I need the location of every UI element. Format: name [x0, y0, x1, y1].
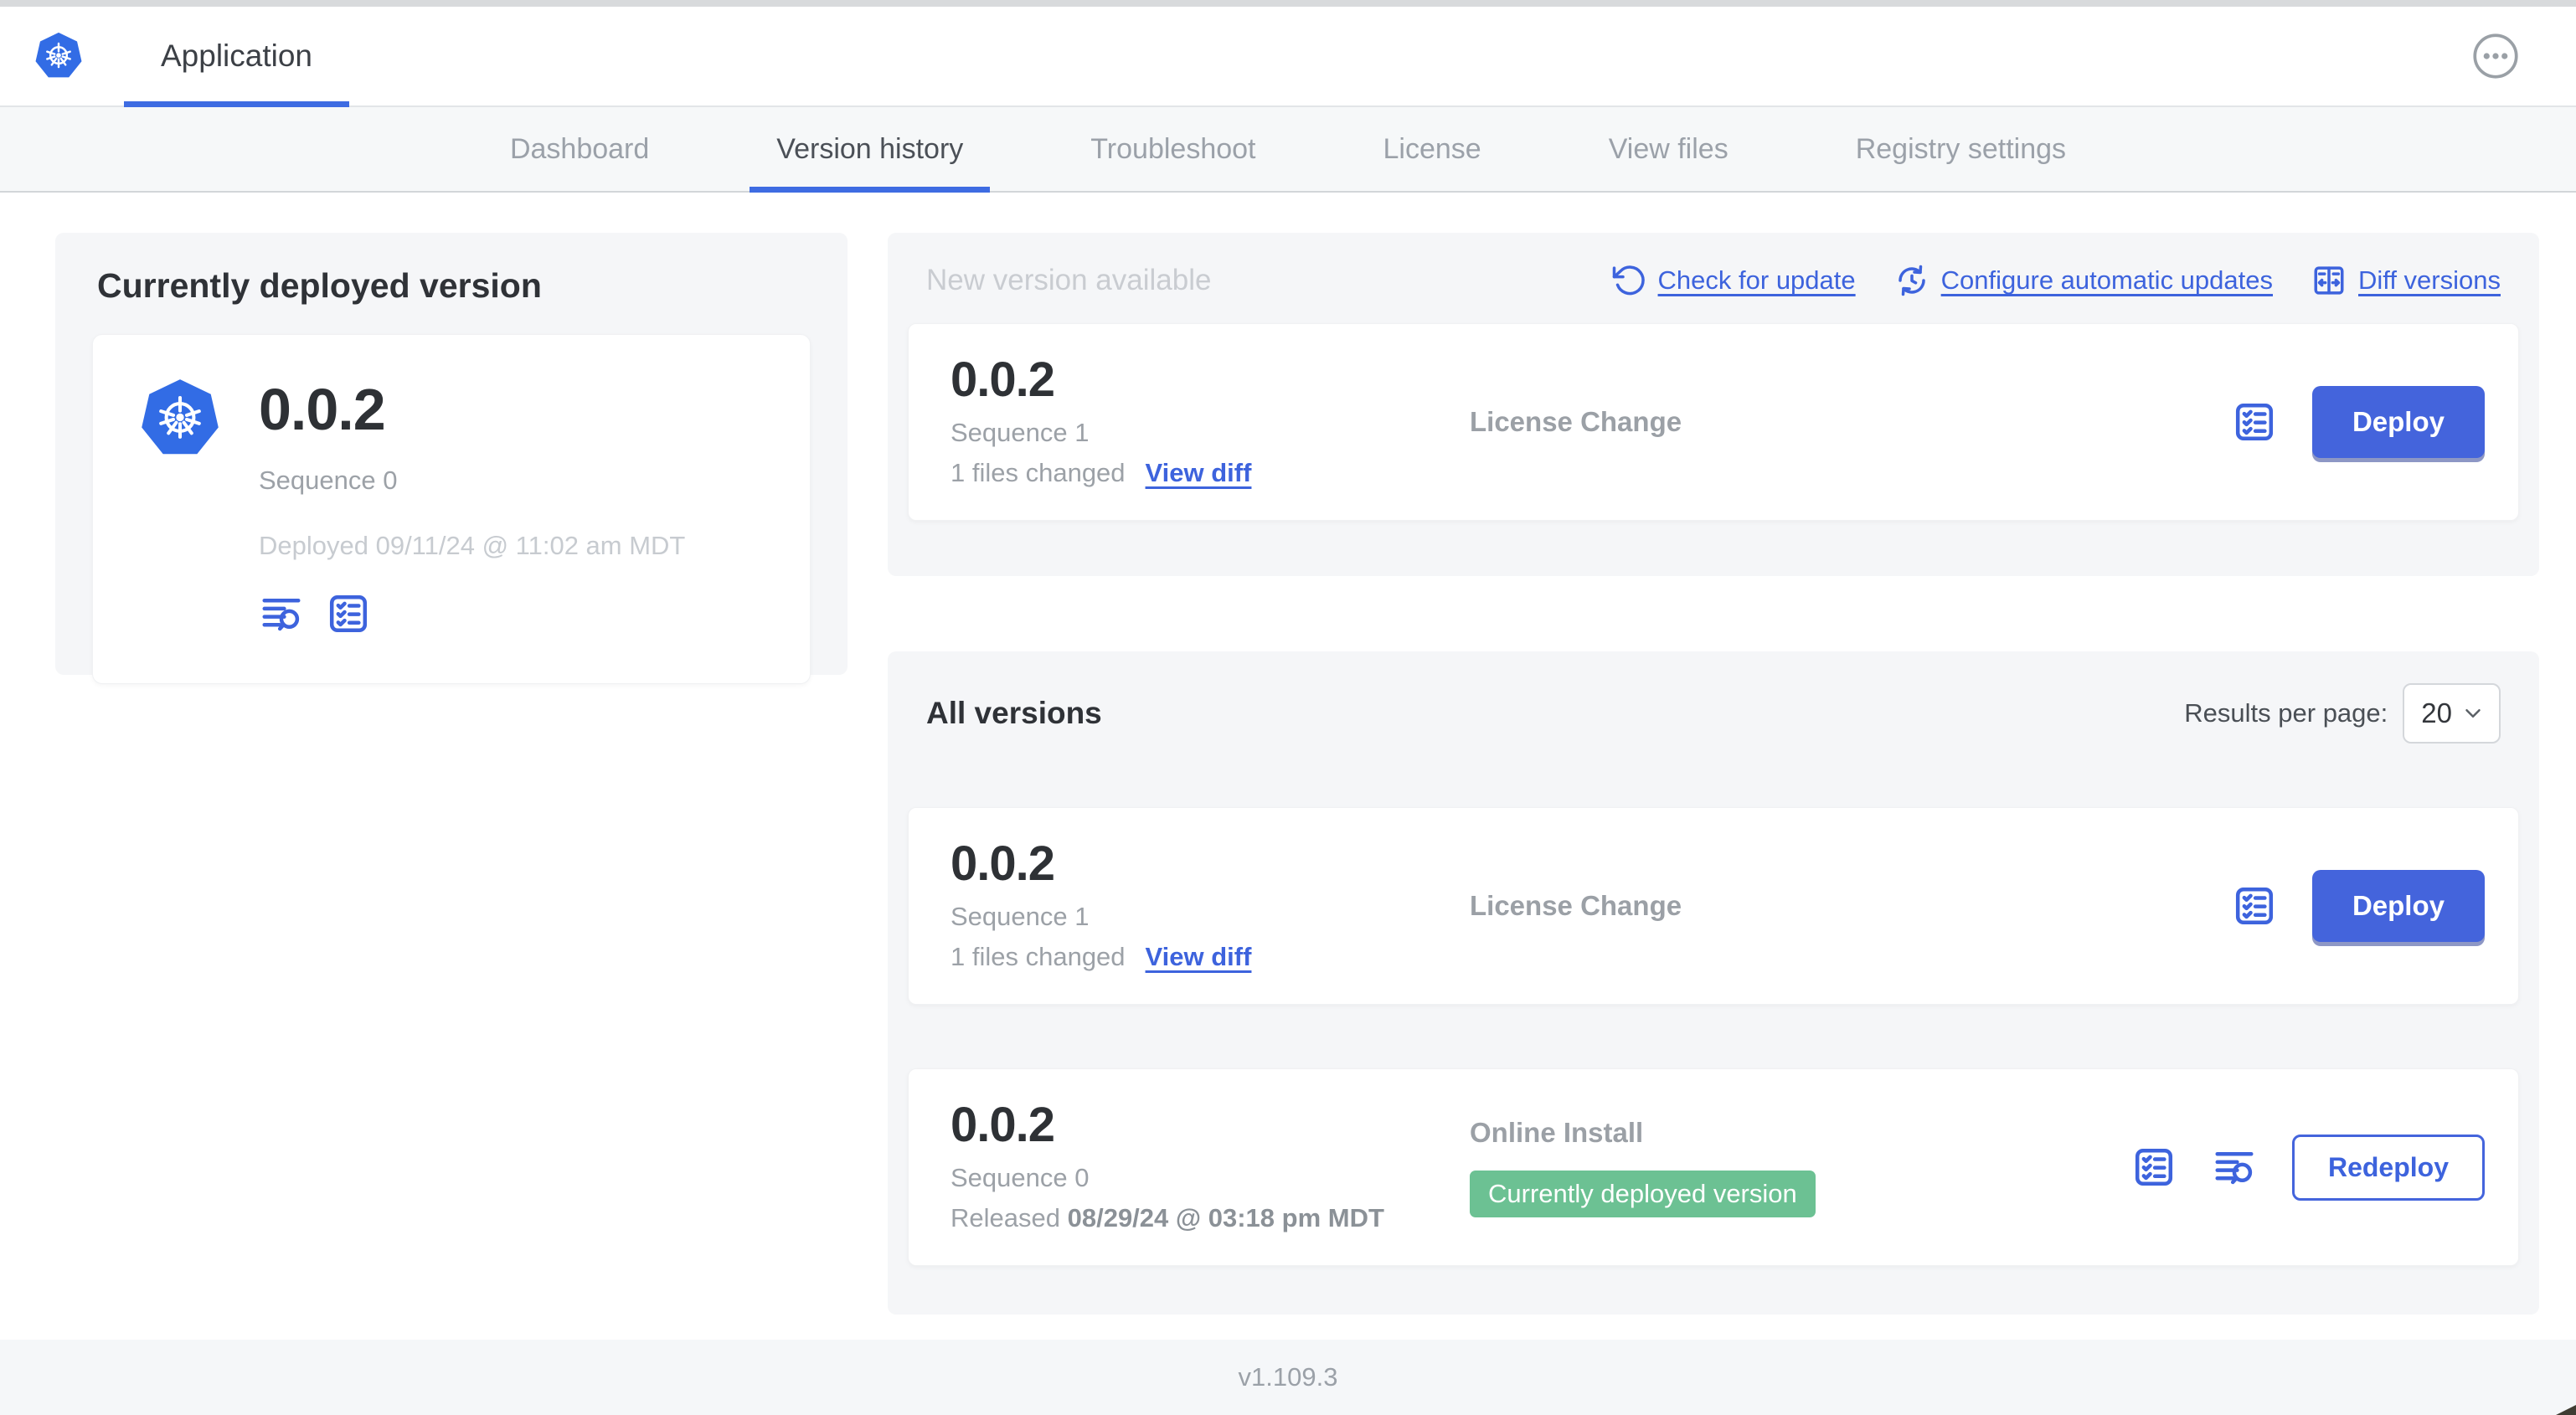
released-timestamp: 08/29/24 @ 03:18 pm MDT	[1067, 1203, 1384, 1232]
results-per-page-value: 20	[2421, 697, 2452, 728]
deployed-version-card: 0.0.2 Sequence 0 Deployed 09/11/24 @ 11:…	[92, 334, 811, 684]
version-sequence: Sequence 1	[951, 418, 1090, 447]
view-diff-link[interactable]: View diff	[1146, 942, 1252, 972]
tab-registry-settings[interactable]: Registry settings	[1792, 107, 2130, 191]
check-for-update-link[interactable]: Check for update	[1611, 263, 1856, 298]
more-menu-button[interactable]	[2472, 33, 2519, 80]
version-sequence: Sequence 0	[951, 1163, 1090, 1192]
currently-deployed-panel: Currently deployed version 0.0.2 Sequenc…	[55, 233, 848, 684]
results-per-page-select[interactable]: 20	[2403, 683, 2501, 744]
main-content: Currently deployed version 0.0.2 Sequenc…	[0, 193, 2576, 1340]
app-tab-application[interactable]: Application	[124, 7, 350, 107]
app-icon	[138, 375, 222, 636]
app-header: Application	[0, 7, 2576, 107]
tab-troubleshoot[interactable]: Troubleshoot	[1027, 107, 1319, 191]
console-version: v1.109.3	[1238, 1362, 1338, 1392]
files-changed: 1 files changed	[951, 942, 1126, 971]
currently-deployed-badge: Currently deployed version	[1470, 1171, 1816, 1217]
view-diff-link[interactable]: View diff	[1146, 458, 1252, 488]
version-number: 0.0.2	[951, 1098, 1055, 1152]
results-per-page-label: Results per page:	[2184, 698, 2388, 728]
version-source: Online Install	[1470, 1117, 1644, 1148]
all-versions-panel: All versions Results per page: 20 0.0.2	[888, 651, 2539, 1315]
deploy-logs-icon[interactable]	[259, 591, 304, 636]
diff-icon	[2314, 266, 2344, 295]
diff-versions-link[interactable]: Diff versions	[2311, 263, 2501, 298]
released-label: Released	[951, 1203, 1060, 1232]
deployed-actions	[259, 591, 685, 636]
app-nav: Dashboard Version history Troubleshoot L…	[0, 107, 2576, 193]
deploy-button[interactable]: Deploy	[2311, 386, 2485, 458]
new-version-panel: New version available Check for update C…	[888, 233, 2539, 576]
version-number: 0.0.2	[951, 352, 1055, 407]
tab-dashboard[interactable]: Dashboard	[446, 107, 713, 191]
app-tab-label: Application	[161, 39, 313, 73]
preflight-checks-icon[interactable]	[2131, 1145, 2177, 1190]
tab-version-history[interactable]: Version history	[713, 107, 1027, 193]
deployed-timestamp: Deployed 09/11/24 @ 11:02 am MDT	[259, 531, 686, 560]
preflight-checks-icon[interactable]	[2232, 883, 2277, 929]
all-versions-title: All versions	[926, 696, 1102, 730]
version-row-sequence-0: 0.0.2 Sequence 0 Released 08/29/24 @ 03:…	[908, 1068, 2519, 1266]
app-footer: v1.109.3	[0, 1340, 2576, 1415]
preflight-checks-icon[interactable]	[326, 591, 371, 636]
version-source: License Change	[1470, 890, 1682, 921]
preflight-checks-icon[interactable]	[2232, 399, 2277, 445]
deployed-sequence: Sequence 0	[259, 466, 398, 495]
currently-deployed-title: Currently deployed version	[97, 266, 542, 305]
window-top-edge	[0, 0, 2576, 7]
tab-license[interactable]: License	[1320, 107, 1545, 191]
version-source: License Change	[1470, 406, 1682, 437]
chevron-down-icon	[2465, 709, 2481, 718]
tab-view-files[interactable]: View files	[1545, 107, 1792, 191]
new-version-card: 0.0.2 Sequence 1 1 files changed View di…	[908, 323, 2519, 521]
kubernetes-logo-icon	[33, 30, 84, 82]
version-row-sequence-1: 0.0.2 Sequence 1 1 files changed View di…	[908, 807, 2519, 1005]
configure-automatic-updates-link[interactable]: Configure automatic updates	[1894, 263, 2273, 298]
redeploy-button[interactable]: Redeploy	[2291, 1134, 2485, 1201]
deploy-button[interactable]: Deploy	[2311, 870, 2485, 942]
refresh-icon	[1612, 265, 1645, 296]
cursor-artifact	[2556, 1405, 2576, 1415]
deploy-logs-icon[interactable]	[2212, 1145, 2257, 1190]
deployed-version-number: 0.0.2	[259, 377, 386, 442]
new-version-title: New version available	[926, 264, 1212, 296]
files-changed: 1 files changed	[951, 458, 1126, 487]
ellipsis-icon	[2473, 33, 2518, 79]
version-number: 0.0.2	[951, 836, 1055, 891]
auto-update-clock-icon	[1898, 265, 1925, 296]
version-sequence: Sequence 1	[951, 902, 1090, 931]
